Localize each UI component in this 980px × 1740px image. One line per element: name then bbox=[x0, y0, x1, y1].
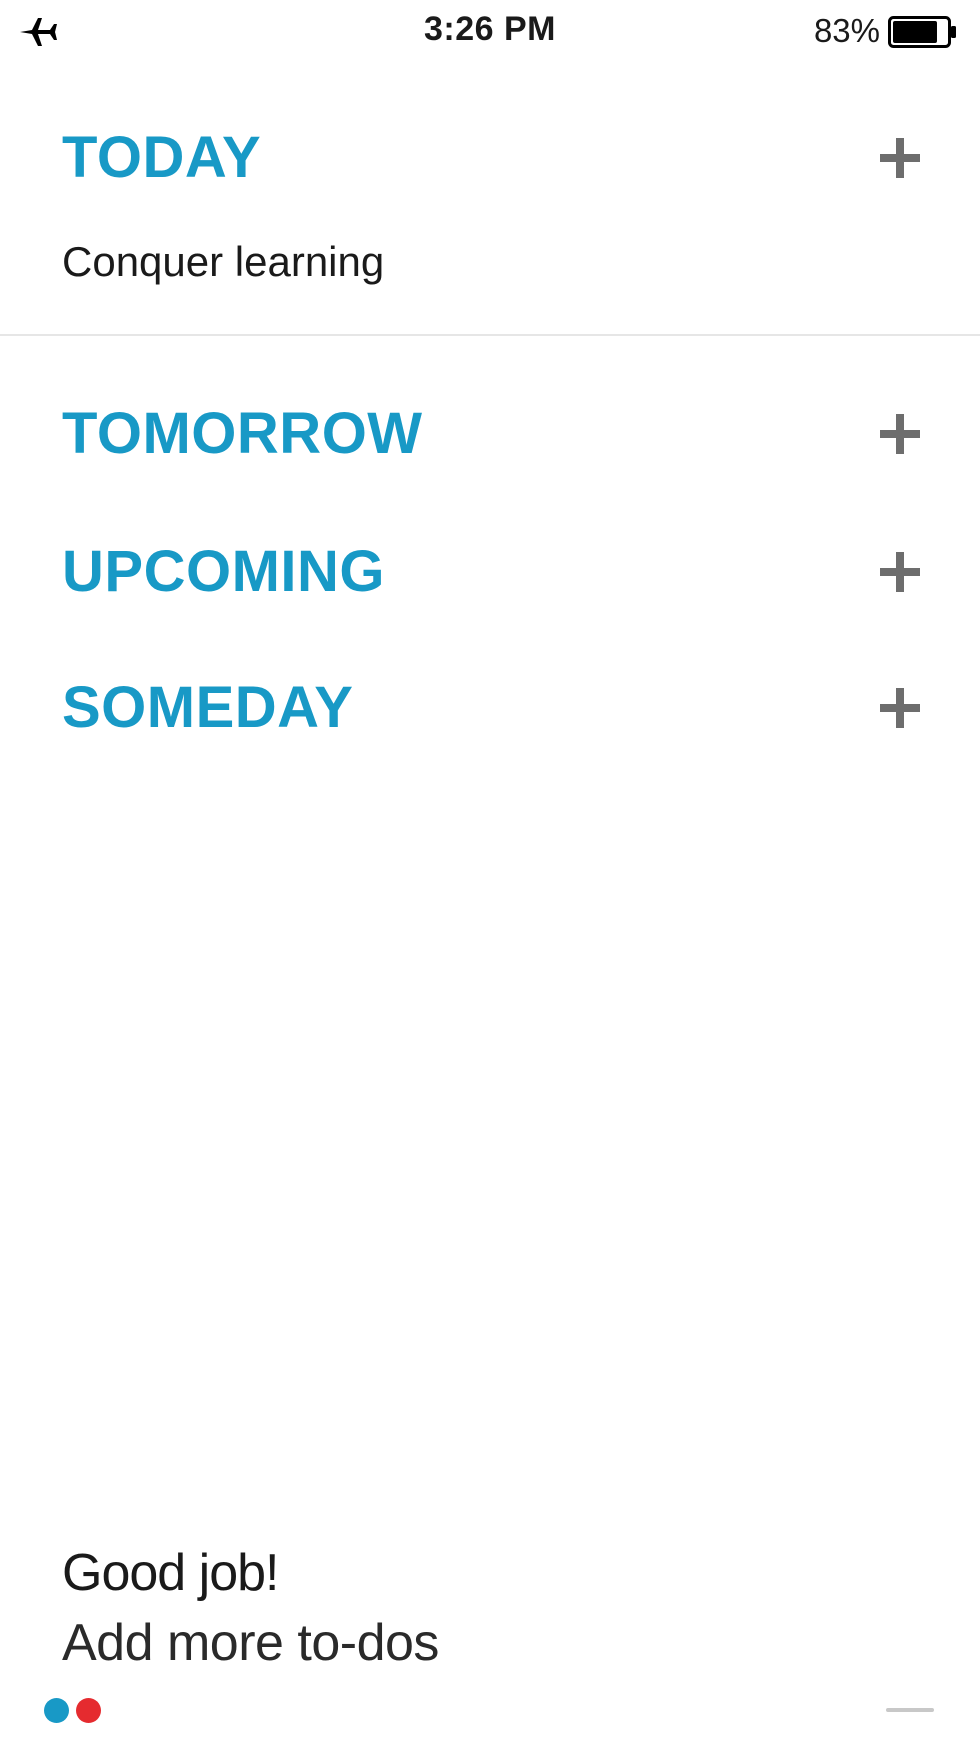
add-today-button[interactable] bbox=[876, 134, 924, 182]
section-title-tomorrow: TOMORROW bbox=[62, 401, 423, 466]
section-tomorrow: TOMORROW bbox=[62, 394, 932, 474]
task-item[interactable]: Conquer learning bbox=[62, 232, 384, 292]
section-today: TODAY bbox=[62, 118, 932, 198]
status-bar: 3:26 PM 83% bbox=[0, 0, 980, 64]
section-title-someday: SOMEDAY bbox=[62, 675, 354, 740]
section-title-upcoming: UPCOMING bbox=[62, 539, 385, 604]
page-dot-2[interactable] bbox=[76, 1698, 101, 1723]
message-title: Good job! bbox=[62, 1544, 279, 1602]
section-someday: SOMEDAY bbox=[62, 668, 932, 748]
page-dot-1[interactable] bbox=[44, 1698, 69, 1723]
drag-handle[interactable] bbox=[886, 1708, 934, 1712]
page-indicator[interactable] bbox=[44, 1698, 104, 1724]
divider bbox=[0, 334, 980, 336]
add-someday-button[interactable] bbox=[876, 684, 924, 732]
section-upcoming: UPCOMING bbox=[62, 532, 932, 612]
message-subtitle: Add more to-dos bbox=[62, 1614, 439, 1672]
section-title-today: TODAY bbox=[62, 125, 262, 190]
add-upcoming-button[interactable] bbox=[876, 548, 924, 596]
battery-icon bbox=[888, 16, 956, 48]
battery-percentage: 83% bbox=[813, 12, 880, 49]
add-tomorrow-button[interactable] bbox=[876, 410, 924, 458]
